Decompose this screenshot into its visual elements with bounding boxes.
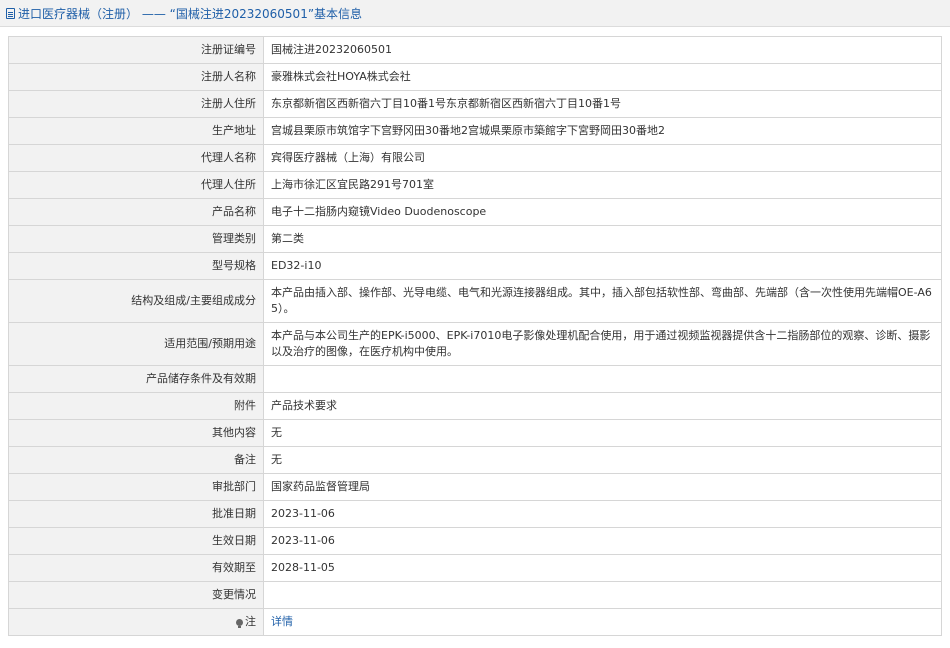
row-label: 适用范围/预期用途 [8, 322, 264, 366]
note-label-cell: 注 [8, 608, 264, 636]
row-label: 结构及组成/主要组成成分 [8, 279, 264, 323]
row-label: 代理人名称 [8, 144, 264, 172]
row-label: 有效期至 [8, 554, 264, 582]
table-row: 审批部门 国家药品监督管理局 [8, 473, 942, 501]
row-value: 国械注进20232060501 [263, 36, 942, 64]
row-label: 管理类别 [8, 225, 264, 253]
page-header: 进口医疗器械（注册） —— “国械注进20232060501”基本信息 [0, 0, 950, 27]
row-value: 本产品与本公司生产的EPK-i5000、EPK-i7010电子影像处理机配合使用… [263, 322, 942, 366]
table-row: 管理类别 第二类 [8, 225, 942, 253]
row-label: 注册人名称 [8, 63, 264, 91]
lightbulb-icon [236, 619, 243, 628]
table-row: 生效日期 2023-11-06 [8, 527, 942, 555]
row-value [263, 581, 942, 609]
row-value: 宫城县栗原市筑馆字下宫野冈田30番地2宫城県栗原市築館字下宮野岡田30番地2 [263, 117, 942, 145]
note-value-cell: 详情 [263, 608, 942, 636]
row-label: 生效日期 [8, 527, 264, 555]
row-label: 型号规格 [8, 252, 264, 280]
row-label: 其他内容 [8, 419, 264, 447]
table-row: 产品储存条件及有效期 [8, 365, 942, 393]
row-label: 审批部门 [8, 473, 264, 501]
page-title: 进口医疗器械（注册） —— “国械注进20232060501”基本信息 [18, 6, 363, 21]
table-row: 有效期至 2028-11-05 [8, 554, 942, 582]
table-row: 代理人住所 上海市徐汇区宜民路291号701室 [8, 171, 942, 199]
row-value: 2023-11-06 [263, 527, 942, 555]
row-value: 东京都新宿区西新宿六丁目10番1号东京都新宿区西新宿六丁目10番1号 [263, 90, 942, 118]
row-value: 无 [263, 446, 942, 474]
table-row: 注册人住所 东京都新宿区西新宿六丁目10番1号东京都新宿区西新宿六丁目10番1号 [8, 90, 942, 118]
row-value: ED32-i10 [263, 252, 942, 280]
row-label: 备注 [8, 446, 264, 474]
row-value: 无 [263, 419, 942, 447]
row-value: 产品技术要求 [263, 392, 942, 420]
details-link[interactable]: 详情 [271, 615, 293, 628]
table-row: 其他内容 无 [8, 419, 942, 447]
row-label: 附件 [8, 392, 264, 420]
row-value: 本产品由插入部、操作部、光导电缆、电气和光源连接器组成。其中，插入部包括软性部、… [263, 279, 942, 323]
row-label: 代理人住所 [8, 171, 264, 199]
row-value: 上海市徐汇区宜民路291号701室 [263, 171, 942, 199]
row-value: 2023-11-06 [263, 500, 942, 528]
row-label: 注册证编号 [8, 36, 264, 64]
document-icon [6, 7, 15, 19]
row-label: 变更情况 [8, 581, 264, 609]
table-row: 注册证编号 国械注进20232060501 [8, 36, 942, 64]
table-row-note: 注 详情 [8, 608, 942, 636]
table-row: 结构及组成/主要组成成分 本产品由插入部、操作部、光导电缆、电气和光源连接器组成… [8, 279, 942, 323]
row-label: 产品名称 [8, 198, 264, 226]
table-row: 产品名称 电子十二指肠内窥镜Video Duodenoscope [8, 198, 942, 226]
table-row: 适用范围/预期用途 本产品与本公司生产的EPK-i5000、EPK-i7010电… [8, 322, 942, 366]
row-value: 国家药品监督管理局 [263, 473, 942, 501]
row-value: 宾得医疗器械（上海）有限公司 [263, 144, 942, 172]
note-label: 注 [245, 615, 256, 628]
table-row: 型号规格 ED32-i10 [8, 252, 942, 280]
row-label: 生产地址 [8, 117, 264, 145]
row-value: 2028-11-05 [263, 554, 942, 582]
row-label: 注册人住所 [8, 90, 264, 118]
info-table: 注册证编号 国械注进20232060501 注册人名称 豪雅株式会社HOYA株式… [8, 36, 942, 636]
row-value [263, 365, 942, 393]
table-row: 代理人名称 宾得医疗器械（上海）有限公司 [8, 144, 942, 172]
table-row: 生产地址 宫城县栗原市筑馆字下宫野冈田30番地2宫城県栗原市築館字下宮野岡田30… [8, 117, 942, 145]
table-row: 附件 产品技术要求 [8, 392, 942, 420]
row-label: 产品储存条件及有效期 [8, 365, 264, 393]
table-row: 备注 无 [8, 446, 942, 474]
row-value: 第二类 [263, 225, 942, 253]
table-row: 注册人名称 豪雅株式会社HOYA株式会社 [8, 63, 942, 91]
row-value: 豪雅株式会社HOYA株式会社 [263, 63, 942, 91]
table-row: 批准日期 2023-11-06 [8, 500, 942, 528]
table-row: 变更情况 [8, 581, 942, 609]
row-value: 电子十二指肠内窥镜Video Duodenoscope [263, 198, 942, 226]
row-label: 批准日期 [8, 500, 264, 528]
